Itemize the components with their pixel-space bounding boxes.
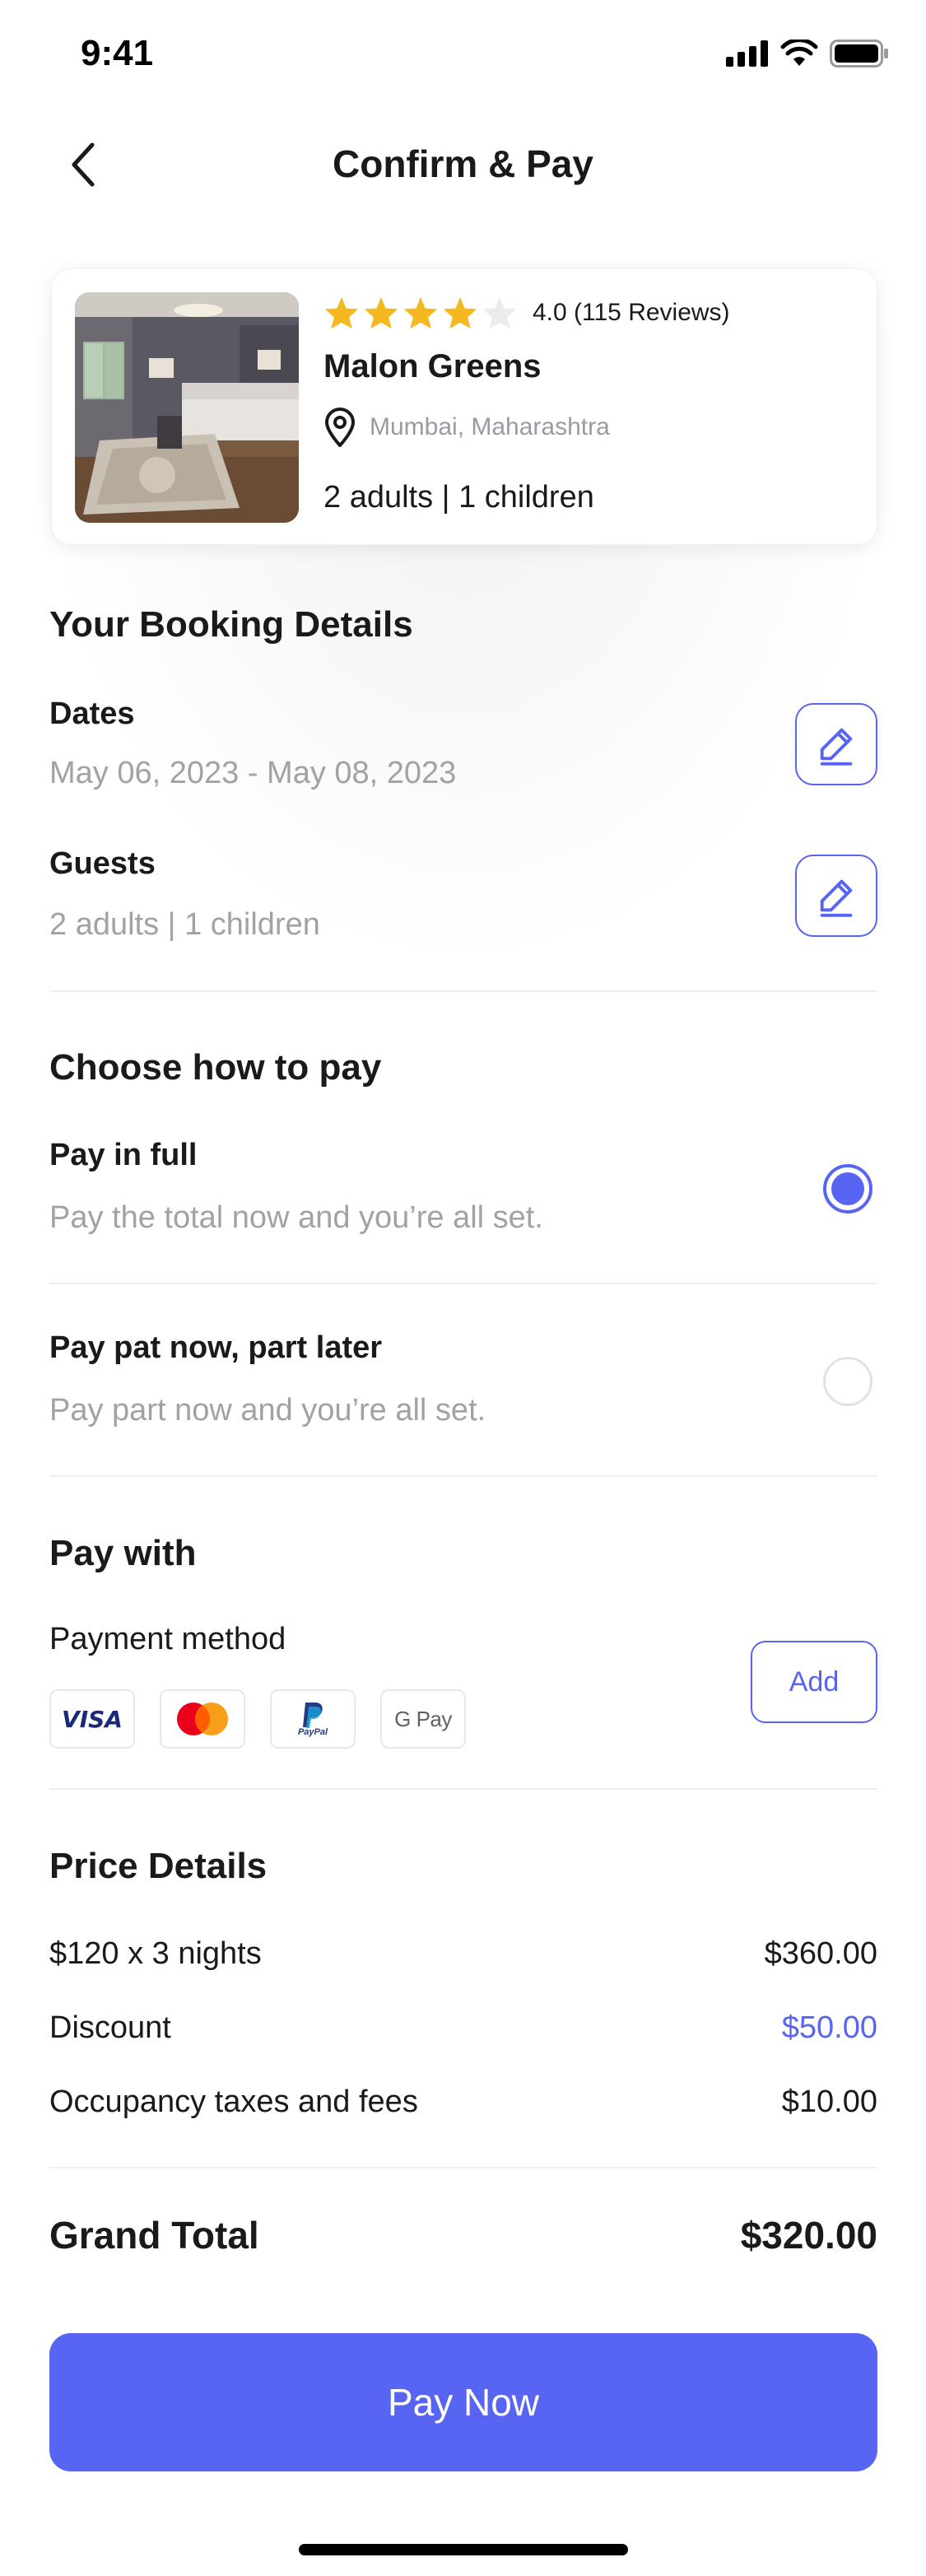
hotel-name: Malon Greens bbox=[323, 348, 542, 384]
add-payment-button[interactable]: Add bbox=[751, 1641, 877, 1723]
star-icon bbox=[443, 296, 477, 329]
hotel-guests: 2 adults | 1 children bbox=[323, 480, 594, 515]
divider bbox=[49, 990, 877, 992]
pay-partial-radio[interactable] bbox=[823, 1357, 872, 1406]
battery-icon bbox=[830, 40, 888, 68]
visa-card[interactable]: VISA bbox=[49, 1689, 135, 1749]
price-row: Occupancy taxes and fees $10.00 bbox=[49, 2085, 877, 2120]
paypal-logo bbox=[303, 1703, 323, 1728]
pay-full-label: Pay in full bbox=[49, 1138, 198, 1172]
guests-value: 2 adults | 1 children bbox=[49, 907, 320, 942]
divider bbox=[49, 2167, 877, 2168]
pay-option-title: Choose how to pay bbox=[49, 1047, 382, 1088]
price-row-value: $10.00 bbox=[781, 2085, 877, 2119]
location-pin-icon bbox=[324, 408, 356, 447]
rating: 4.0 (115 Reviews) bbox=[323, 296, 730, 330]
divider bbox=[49, 1788, 877, 1790]
star-icon bbox=[364, 296, 398, 329]
gpay-logo: G Pay bbox=[394, 1706, 452, 1731]
pay-now-button[interactable]: Pay Now bbox=[49, 2333, 877, 2471]
edit-guests-button[interactable] bbox=[795, 855, 877, 937]
status-time: 9:41 bbox=[81, 33, 154, 73]
hotel-image bbox=[75, 292, 299, 523]
status-bar: 9:41 bbox=[0, 0, 926, 115]
grand-total-row: Grand Total $320.00 bbox=[49, 2213, 877, 2257]
grand-total-label: Grand Total bbox=[49, 2214, 259, 2257]
price-row-label: $120 x 3 nights bbox=[49, 1936, 262, 1971]
edit-dates-button[interactable] bbox=[795, 703, 877, 785]
home-indicator bbox=[299, 2544, 628, 2555]
payment-method-label: Payment method bbox=[49, 1622, 286, 1656]
grand-total-value: $320.00 bbox=[740, 2214, 877, 2257]
dates-value: May 06, 2023 - May 08, 2023 bbox=[49, 756, 457, 790]
wifi-icon bbox=[780, 40, 818, 66]
price-row-value: $360.00 bbox=[764, 1936, 877, 1971]
signal-icon bbox=[726, 40, 768, 67]
discount-value: $50.00 bbox=[781, 2010, 877, 2045]
booking-details-title: Your Booking Details bbox=[49, 604, 413, 645]
mastercard-logo bbox=[177, 1703, 228, 1735]
mastercard-card[interactable] bbox=[160, 1689, 245, 1749]
status-icons bbox=[726, 40, 889, 68]
price-details-title: Price Details bbox=[49, 1846, 268, 1886]
star-empty-icon bbox=[482, 296, 517, 329]
star-icon bbox=[324, 296, 359, 329]
paypal-card[interactable]: PayPal bbox=[270, 1689, 356, 1749]
rating-text: 4.0 (115 Reviews) bbox=[533, 299, 730, 326]
price-row-label: Occupancy taxes and fees bbox=[49, 2085, 418, 2119]
pencil-icon bbox=[820, 728, 853, 766]
payment-methods: VISA PayPal G Pay bbox=[49, 1689, 466, 1749]
pay-full-desc: Pay the total now and you’re all set. bbox=[49, 1200, 543, 1235]
star-icon bbox=[403, 296, 438, 329]
location-text: Mumbai, Maharashtra bbox=[370, 413, 610, 440]
divider bbox=[49, 1283, 877, 1284]
price-row: $120 x 3 nights $360.00 bbox=[49, 1936, 877, 1972]
pencil-icon bbox=[820, 879, 853, 917]
dates-label: Dates bbox=[49, 696, 135, 731]
divider bbox=[49, 1475, 877, 1477]
hotel-card[interactable]: 4.0 (115 Reviews) Malon Greens Mumbai, M… bbox=[51, 268, 877, 545]
price-row-discount: Discount $50.00 bbox=[49, 2010, 877, 2046]
page-title: Confirm & Pay bbox=[333, 142, 593, 185]
gpay-card[interactable]: G Pay bbox=[380, 1689, 466, 1749]
pay-full-radio[interactable] bbox=[823, 1164, 872, 1213]
pay-partial-label: Pay pat now, part later bbox=[49, 1330, 383, 1365]
nav-bar: Confirm & Pay bbox=[0, 123, 926, 206]
pay-partial-desc: Pay part now and you’re all set. bbox=[49, 1393, 486, 1428]
pay-with-title: Pay with bbox=[49, 1533, 197, 1573]
guests-label: Guests bbox=[49, 846, 156, 881]
visa-logo: VISA bbox=[62, 1705, 123, 1733]
paypal-text: PayPal bbox=[297, 1727, 328, 1737]
hotel-location: Mumbai, Maharashtra bbox=[323, 408, 610, 447]
price-row-label: Discount bbox=[49, 2010, 171, 2045]
